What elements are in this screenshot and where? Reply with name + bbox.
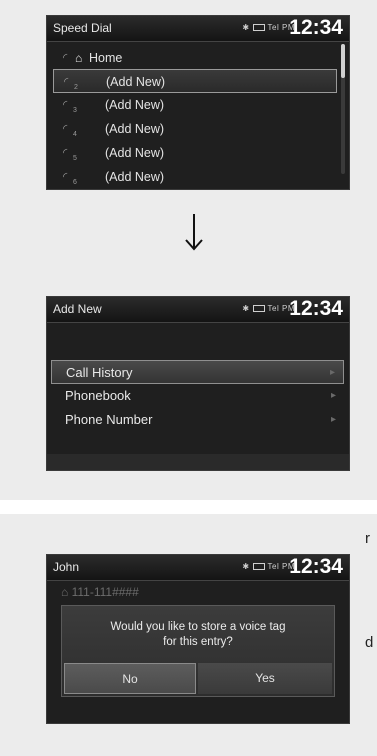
dialog-message: Would you like to store a voice tag for … <box>62 620 334 650</box>
voice-tag-dialog: Would you like to store a voice tag for … <box>61 605 335 697</box>
status-icons: ✱ Tel PM <box>242 304 295 313</box>
screen-title: Add New <box>53 302 102 316</box>
clock: 12:34 <box>289 555 343 578</box>
contact-entry: ⌂ 111-111#### <box>61 585 139 599</box>
menu-item-label: Call History <box>66 365 133 380</box>
row-label: (Add New) <box>105 122 165 136</box>
menu-item-call-history[interactable]: Call History ▸ <box>51 360 344 384</box>
status-bar: Add New ✱ Tel PM 12:34 <box>47 297 349 323</box>
bluetooth-icon: ✱ <box>242 562 250 571</box>
bluetooth-icon: ✱ <box>242 23 250 32</box>
menu-item-label: Phone Number <box>65 412 153 427</box>
screen-title: John <box>53 560 80 574</box>
speed-dial-row-6[interactable]: ◜ 6 (Add New) <box>53 165 337 189</box>
menu-item-label: Phonebook <box>65 388 131 403</box>
clock: 12:34 <box>289 16 343 39</box>
screen-bottom-bar <box>47 454 349 470</box>
screen-title: Speed Dial <box>53 21 112 35</box>
status-icons: ✱ Tel PM <box>242 562 295 571</box>
side-text-fragment: r <box>365 530 370 547</box>
row-label: (Add New) <box>105 146 165 160</box>
speed-dial-row-4[interactable]: ◜ 4 (Add New) <box>53 117 337 141</box>
home-icon: ⌂ <box>61 585 72 599</box>
side-text-fragment: d <box>365 634 374 651</box>
row-label: (Add New) <box>105 98 165 112</box>
add-new-screen: Add New ✱ Tel PM 12:34 Call History ▸ Pho… <box>46 296 350 471</box>
status-icons: ✱ Tel PM <box>242 23 295 32</box>
chevron-right-icon: ▸ <box>330 390 336 401</box>
battery-icon <box>252 24 265 31</box>
row-label: (Add New) <box>105 170 165 184</box>
scrollbar[interactable] <box>341 44 345 174</box>
battery-icon <box>252 305 265 312</box>
phone-handset-icon: ◜ <box>63 52 68 64</box>
home-icon: ⌂ <box>75 51 83 65</box>
row-label: (Add New) <box>106 75 166 89</box>
speed-dial-number: 6 <box>73 179 77 186</box>
battery-icon <box>252 563 265 570</box>
phone-handset-icon: ◜ <box>63 171 68 183</box>
phone-handset-icon: ◜ <box>63 99 68 111</box>
dialog-line-1: Would you like to store a voice tag <box>110 621 286 633</box>
speed-dial-screen: Speed Dial ✱ Tel PM 12:34 ◜ ⌂ Home ◜ 2 (A… <box>46 15 350 190</box>
scroll-thumb[interactable] <box>341 44 345 78</box>
clock: 12:34 <box>289 297 343 320</box>
phone-handset-icon: ◜ <box>64 76 69 88</box>
dialog-line-2: for this entry? <box>163 636 233 648</box>
chevron-right-icon: ▸ <box>330 414 336 425</box>
speed-dial-row-2[interactable]: ◜ 2 (Add New) <box>53 69 337 93</box>
entry-number: 111-111#### <box>71 585 139 599</box>
menu-item-phone-number[interactable]: Phone Number ▸ <box>51 408 344 432</box>
down-arrow-icon <box>185 214 203 251</box>
menu-item-phonebook[interactable]: Phonebook ▸ <box>51 384 344 408</box>
speed-dial-row-5[interactable]: ◜ 5 (Add New) <box>53 141 337 165</box>
speed-dial-row-3[interactable]: ◜ 3 (Add New) <box>53 93 337 117</box>
yes-button[interactable]: Yes <box>198 663 332 694</box>
status-bar: John ✱ Tel PM 12:34 <box>47 555 349 581</box>
bluetooth-icon: ✱ <box>242 304 250 313</box>
chevron-right-icon: ▸ <box>329 367 335 378</box>
no-button[interactable]: No <box>64 663 196 694</box>
status-bar: Speed Dial ✱ Tel PM 12:34 <box>47 16 349 42</box>
voice-tag-screen: John ✱ Tel PM 12:34 ⌂ 111-111#### Would y… <box>46 554 350 724</box>
speed-dial-row-home[interactable]: ◜ ⌂ Home <box>53 46 337 70</box>
phone-handset-icon: ◜ <box>63 147 68 159</box>
phone-handset-icon: ◜ <box>63 123 68 135</box>
row-label: Home <box>89 51 123 65</box>
